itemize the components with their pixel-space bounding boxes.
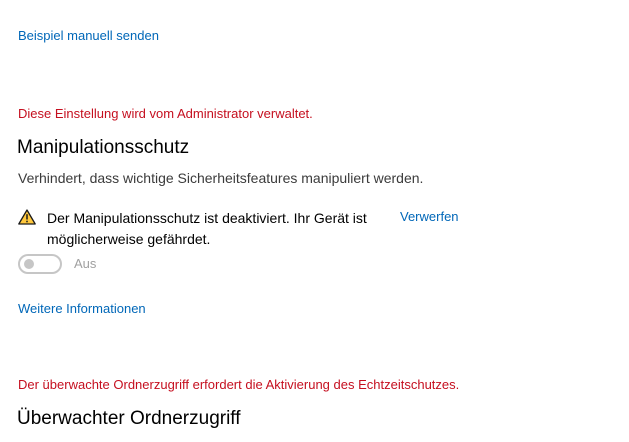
dismiss-link[interactable]: Verwerfen [400, 209, 459, 224]
tamper-protection-description: Verhindert, dass wichtige Sicherheitsfea… [18, 170, 424, 186]
controlled-folder-access-admin-note: Der überwachte Ordnerzugriff erfordert d… [18, 377, 460, 392]
controlled-folder-access-title: Überwachter Ordnerzugriff [17, 408, 241, 429]
toggle-knob [24, 259, 34, 269]
tamper-protection-toggle[interactable] [18, 254, 62, 274]
more-info-link[interactable]: Weitere Informationen [18, 301, 146, 316]
tamper-protection-title: Manipulationsschutz [17, 137, 190, 158]
tamper-protection-warning: Der Manipulationsschutz ist deaktiviert.… [18, 208, 459, 250]
tamper-protection-toggle-state: Aus [74, 256, 97, 271]
warning-triangle-icon [18, 209, 36, 225]
warning-message: Der Manipulationsschutz ist deaktiviert.… [47, 210, 367, 247]
submit-sample-link[interactable]: Beispiel manuell senden [18, 28, 159, 43]
tamper-protection-admin-note: Diese Einstellung wird vom Administrator… [18, 106, 313, 121]
